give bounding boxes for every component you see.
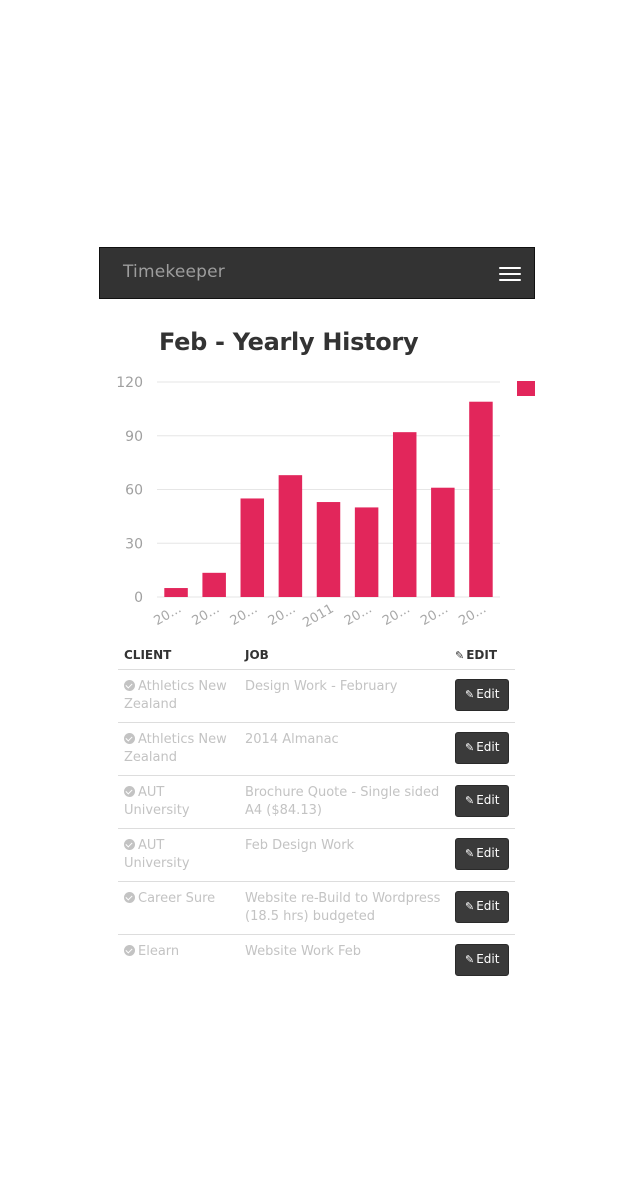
- job-cell: Brochure Quote - Single sided A4 ($84.13…: [239, 775, 449, 829]
- edit-button[interactable]: ✎ Edit: [455, 838, 510, 870]
- table-row: Career Sure Website re-Build to Wordpress…: [118, 881, 515, 935]
- edit-button-label: Edit: [476, 952, 500, 966]
- chart-title: Feb - Yearly History: [159, 328, 419, 356]
- y-tick-label: 90: [125, 429, 143, 445]
- header-client: CLIENT: [118, 640, 239, 670]
- edit-button[interactable]: ✎ Edit: [455, 891, 510, 923]
- edit-button[interactable]: ✎ Edit: [455, 679, 510, 711]
- table-row: AUT University Feb Design Work ✎ Edit: [118, 828, 515, 882]
- pencil-icon: ✎: [465, 741, 475, 754]
- check-circle-icon: [124, 786, 135, 797]
- job-cell: Website Work Feb: [239, 934, 449, 978]
- edit-button[interactable]: ✎ Edit: [455, 732, 510, 764]
- check-circle-icon: [124, 733, 135, 744]
- header-job: JOB: [239, 640, 449, 670]
- table-row: Athletics New Zealand 2014 Almanac ✎ Edit: [118, 722, 515, 776]
- job-cell: Feb Design Work: [239, 828, 449, 882]
- job-cell: Design Work - February: [239, 669, 449, 723]
- client-cell: AUT University: [118, 828, 239, 882]
- check-circle-icon: [124, 680, 135, 691]
- edit-cell: ✎ Edit: [449, 775, 515, 829]
- x-tick-label: 20...: [190, 601, 223, 628]
- edit-cell: ✎ Edit: [449, 828, 515, 882]
- client-name: Athletics New Zealand: [124, 679, 227, 712]
- job-cell: 2014 Almanac: [239, 722, 449, 776]
- edit-cell: ✎ Edit: [449, 881, 515, 935]
- y-tick-label: 30: [125, 536, 143, 552]
- edit-cell: ✎ Edit: [449, 669, 515, 723]
- hamburger-menu-icon[interactable]: [499, 263, 523, 283]
- client-cell: Athletics New Zealand: [118, 722, 239, 776]
- check-circle-icon: [124, 839, 135, 850]
- x-tick-label: 2011: [300, 601, 336, 631]
- navbar: Timekeeper: [99, 247, 535, 299]
- legend-marker: [517, 381, 535, 396]
- brand-title[interactable]: Timekeeper: [123, 262, 225, 282]
- pencil-icon: ✎: [465, 900, 475, 913]
- y-tick-label: 60: [125, 483, 143, 499]
- pencil-icon: ✎: [455, 649, 465, 662]
- edit-button-label: Edit: [476, 740, 500, 754]
- edit-button-label: Edit: [476, 793, 500, 807]
- job-cell: Website re-Build to Wordpress (18.5 hrs)…: [239, 881, 449, 935]
- edit-button-label: Edit: [476, 899, 500, 913]
- edit-button-label: Edit: [476, 846, 500, 860]
- edit-cell: ✎ Edit: [449, 722, 515, 776]
- bar: [278, 475, 303, 597]
- edit-button-label: Edit: [476, 687, 500, 701]
- x-tick-label: 20...: [342, 601, 375, 628]
- bar: [316, 502, 341, 597]
- client-cell: Athletics New Zealand: [118, 669, 239, 723]
- header-edit-label: EDIT: [466, 648, 498, 662]
- x-tick-label: 20...: [266, 601, 299, 628]
- table-row: AUT University Brochure Quote - Single si…: [118, 775, 515, 829]
- check-circle-icon: [124, 945, 135, 956]
- table-row: Athletics New Zealand Design Work - Febru…: [118, 669, 515, 723]
- client-name: Career Sure: [138, 891, 216, 906]
- bar: [469, 401, 493, 597]
- edit-button[interactable]: ✎ Edit: [455, 785, 510, 817]
- x-tick-label: 20...: [228, 601, 261, 628]
- bar: [202, 572, 226, 597]
- bar: [164, 588, 188, 597]
- client-name: Athletics New Zealand: [124, 732, 227, 765]
- table-row: Elearn Website Work Feb ✎ Edit: [118, 934, 515, 978]
- check-circle-icon: [124, 892, 135, 903]
- pencil-icon: ✎: [465, 847, 475, 860]
- client-cell: Career Sure: [118, 881, 239, 935]
- pencil-icon: ✎: [465, 953, 475, 966]
- client-cell: Elearn: [118, 934, 239, 978]
- bar: [431, 487, 455, 597]
- bar: [392, 432, 417, 597]
- pencil-icon: ✎: [465, 688, 475, 701]
- yearly-history-chart: 030609012020... 20... 20... 20... 2011 20... 2…: [116, 375, 535, 631]
- edit-cell: ✎ Edit: [449, 934, 515, 978]
- bar: [240, 498, 265, 597]
- header-edit: ✎ EDIT: [449, 640, 515, 670]
- pencil-icon: ✎: [465, 794, 475, 807]
- x-tick-label: 20...: [380, 601, 413, 628]
- x-tick-label: 20...: [151, 601, 184, 628]
- client-cell: AUT University: [118, 775, 239, 829]
- jobs-table: CLIENT JOB ✎ EDIT Athletics New Zealand De…: [118, 640, 515, 978]
- client-name: Elearn: [138, 944, 180, 959]
- x-tick-label: 20...: [418, 601, 451, 628]
- y-tick-label: 0: [134, 590, 143, 606]
- edit-button[interactable]: ✎ Edit: [455, 944, 510, 976]
- y-tick-label: 120: [116, 375, 143, 391]
- table-header-row: CLIENT JOB ✎ EDIT: [118, 640, 515, 670]
- x-tick-label: 20...: [456, 601, 489, 628]
- bar: [354, 507, 379, 597]
